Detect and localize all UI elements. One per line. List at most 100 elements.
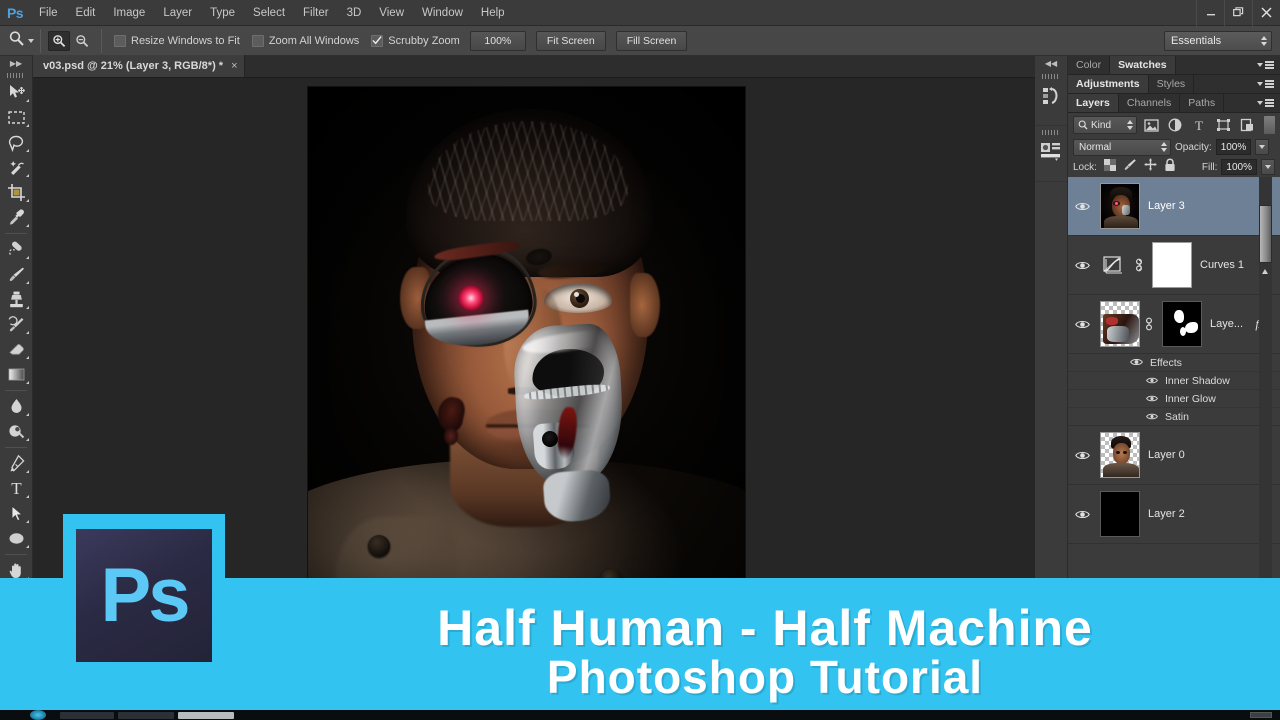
color-panel-menu-button[interactable]	[1251, 56, 1280, 74]
tab-adjustments[interactable]: Adjustments	[1068, 75, 1149, 93]
tab-layers[interactable]: Layers	[1068, 94, 1119, 112]
resize-windows-to-fit-option[interactable]: Resize Windows to Fit	[114, 34, 240, 47]
layer-name[interactable]: Laye...	[1210, 318, 1243, 330]
close-icon[interactable]: ×	[231, 60, 237, 72]
brush-tool[interactable]	[0, 262, 32, 287]
layer-name[interactable]: Layer 3	[1148, 200, 1185, 212]
effect-visibility-toggle[interactable]	[1146, 372, 1158, 390]
effect-inner-glow-row[interactable]: Inner Glow	[1068, 390, 1280, 408]
effect-visibility-toggle[interactable]	[1146, 408, 1158, 426]
layers-panel-menu-button[interactable]	[1251, 94, 1280, 112]
crop-tool[interactable]	[0, 180, 32, 205]
curves-adjustment-icon[interactable]	[1096, 255, 1130, 275]
layer-thumbnail[interactable]	[1100, 183, 1140, 229]
layer-visibility-toggle[interactable]	[1068, 509, 1096, 520]
lock-position-icon[interactable]	[1144, 158, 1157, 176]
scroll-up-arrow-icon[interactable]	[1262, 269, 1268, 274]
layers-scrollbar-thumb[interactable]	[1259, 205, 1272, 263]
scrubby-zoom-checkbox[interactable]	[371, 34, 384, 47]
effect-inner-shadow-row[interactable]: Inner Shadow	[1068, 372, 1280, 390]
filter-shape-layers-button[interactable]	[1213, 116, 1233, 134]
layer-name[interactable]: Curves 1	[1200, 259, 1244, 271]
menu-item-3d[interactable]: 3D	[338, 0, 371, 26]
scrubby-zoom-option[interactable]: Scrubby Zoom	[371, 34, 460, 47]
document-tab[interactable]: v03.psd @ 21% (Layer 3, RGB/8*) * ×	[33, 55, 245, 77]
table-row[interactable]: Layer 0	[1068, 426, 1280, 485]
layer-visibility-toggle[interactable]	[1068, 260, 1096, 271]
filter-adjustment-layers-button[interactable]	[1165, 116, 1185, 134]
quick-selection-tool[interactable]	[0, 155, 32, 180]
filter-smart-object-button[interactable]	[1237, 116, 1257, 134]
layer-list[interactable]: Layer 3 Curves 1 Laye... Effects Inner S…	[1068, 177, 1280, 578]
layer-name[interactable]: Layer 0	[1148, 449, 1185, 461]
tab-color[interactable]: Color	[1068, 56, 1111, 74]
dock-collapse-button[interactable]: ◀◀	[1035, 56, 1067, 70]
workspace-switcher[interactable]: Essentials	[1164, 30, 1272, 51]
tab-channels[interactable]: Channels	[1119, 94, 1181, 112]
menu-item-select[interactable]: Select	[244, 0, 294, 26]
clone-stamp-tool[interactable]	[0, 287, 32, 312]
restore-button[interactable]	[1224, 0, 1252, 26]
table-row[interactable]: Laye... fx	[1068, 295, 1280, 354]
layer-mask-link-icon[interactable]	[1130, 257, 1148, 273]
adjustments-panel-menu-button[interactable]	[1251, 75, 1280, 93]
fit-screen-button[interactable]: Fit Screen	[535, 30, 606, 51]
fill-dropdown-button[interactable]	[1261, 159, 1275, 175]
taskbar-item[interactable]	[60, 712, 114, 719]
filter-pixel-layers-button[interactable]	[1141, 116, 1161, 134]
menu-item-window[interactable]: Window	[413, 0, 472, 26]
filter-enable-toggle[interactable]	[1264, 116, 1275, 134]
dock-grip[interactable]	[1042, 130, 1060, 135]
layer-filter-kind-select[interactable]: Kind	[1073, 116, 1137, 134]
menu-item-type[interactable]: Type	[201, 0, 244, 26]
tab-paths[interactable]: Paths	[1180, 94, 1225, 112]
layer-visibility-toggle[interactable]	[1068, 201, 1096, 212]
zoom-in-button[interactable]	[48, 30, 70, 51]
layer-effects-group-row[interactable]: Effects	[1068, 354, 1280, 372]
menu-item-image[interactable]: Image	[104, 0, 154, 26]
table-row[interactable]: Curves 1	[1068, 236, 1280, 295]
properties-panel-icon-button[interactable]	[1035, 126, 1067, 182]
gradient-tool[interactable]	[0, 362, 32, 387]
dock-grip[interactable]	[1042, 74, 1060, 79]
table-row[interactable]: Layer 2	[1068, 485, 1280, 544]
path-selection-tool[interactable]	[0, 501, 32, 526]
resize-windows-to-fit-checkbox[interactable]	[114, 34, 126, 47]
taskbar-item-active[interactable]	[178, 712, 234, 719]
pen-tool[interactable]	[0, 451, 32, 476]
effects-visibility-toggle[interactable]	[1130, 354, 1143, 372]
menu-item-filter[interactable]: Filter	[294, 0, 338, 26]
spot-healing-brush-tool[interactable]	[0, 237, 32, 262]
dodge-tool[interactable]	[0, 419, 32, 444]
filter-type-layers-button[interactable]: T	[1189, 116, 1209, 134]
effect-satin-row[interactable]: Satin	[1068, 408, 1280, 426]
fill-input[interactable]: 100%	[1221, 159, 1257, 175]
start-button[interactable]	[30, 710, 46, 720]
menu-item-layer[interactable]: Layer	[154, 0, 201, 26]
taskbar-item[interactable]	[118, 712, 174, 719]
lock-image-pixels-icon[interactable]	[1123, 158, 1137, 176]
table-row[interactable]: Layer 3	[1068, 177, 1280, 236]
menu-item-view[interactable]: View	[370, 0, 413, 26]
move-tool[interactable]	[0, 80, 32, 105]
menu-item-edit[interactable]: Edit	[67, 0, 105, 26]
history-brush-tool[interactable]	[0, 312, 32, 337]
layers-scrollbar[interactable]	[1259, 177, 1272, 578]
marquee-tool[interactable]	[0, 105, 32, 130]
layer-visibility-toggle[interactable]	[1068, 450, 1096, 461]
layer-thumbnail[interactable]	[1100, 432, 1140, 478]
eyedropper-tool[interactable]	[0, 205, 32, 230]
minimize-button[interactable]	[1196, 0, 1224, 26]
blur-tool[interactable]	[0, 394, 32, 419]
tab-swatches[interactable]: Swatches	[1110, 56, 1176, 74]
tool-preset-picker[interactable]	[6, 28, 41, 53]
tab-styles[interactable]: Styles	[1149, 75, 1195, 93]
opacity-input[interactable]: 100%	[1215, 139, 1252, 155]
lasso-tool[interactable]	[0, 130, 32, 155]
layer-name[interactable]: Layer 2	[1148, 508, 1185, 520]
menu-item-help[interactable]: Help	[472, 0, 514, 26]
layer-visibility-toggle[interactable]	[1068, 319, 1096, 330]
blend-mode-select[interactable]: Normal	[1073, 138, 1171, 156]
layer-mask-thumbnail[interactable]	[1162, 301, 1202, 347]
layer-mask-link-icon[interactable]	[1140, 316, 1158, 332]
